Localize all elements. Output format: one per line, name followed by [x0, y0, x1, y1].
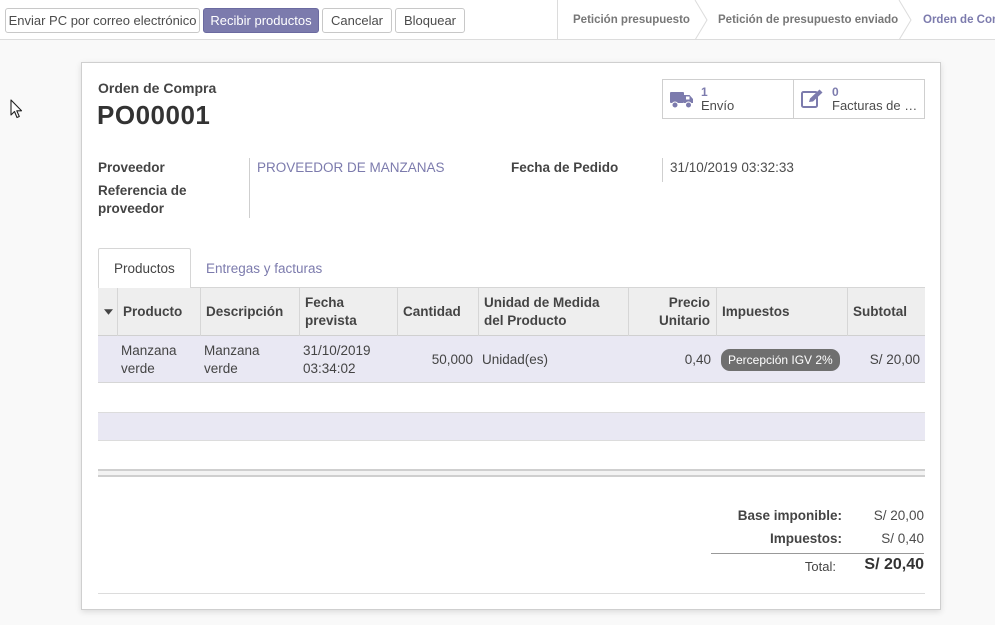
stage-separator-arrow	[898, 0, 912, 40]
untaxed-amount-value: S/ 20,00	[873, 508, 924, 523]
send-po-email-button[interactable]: Enviar PC por correo electrónico	[5, 8, 200, 33]
order-lines-table: Producto Descripción Fecha prevista Cant…	[98, 288, 925, 477]
shipments-smart-button[interactable]: 1 Envío	[663, 80, 793, 118]
column-header-product[interactable]: Producto	[117, 288, 200, 336]
cell-uom: Unidad(es)	[482, 351, 549, 367]
cell-product: Manzana verde	[121, 342, 177, 376]
form-sheet: Orden de Compra PO00001 1 Envío 0 Factur…	[81, 62, 941, 610]
vendor-label: Proveedor	[98, 160, 165, 175]
totals-divider	[711, 553, 924, 554]
status-bar: Petición presupuesto Petición de presupu…	[557, 0, 995, 40]
order-date-label: Fecha de Pedido	[511, 160, 619, 175]
tax-badge: Percepción IGV 2%	[721, 348, 840, 371]
cell-subtotal: S/ 20,00	[869, 351, 920, 367]
vendor-bills-smart-button[interactable]: 0 Facturas de proveedor	[793, 80, 924, 118]
tab-deliveries-invoices[interactable]: Entregas y facturas	[191, 248, 337, 288]
stage-rfq[interactable]: Petición presupuesto	[573, 0, 690, 40]
shipments-label: Envío	[701, 99, 735, 113]
control-panel: Enviar PC por correo electrónico Recibir…	[0, 0, 995, 40]
field-label-divider	[662, 158, 663, 182]
lock-button[interactable]: Bloquear	[395, 8, 465, 33]
column-header-uom[interactable]: Unidad de Medida del Producto	[478, 288, 628, 336]
mouse-cursor-icon	[10, 99, 24, 119]
cell-price-unit: 0,40	[684, 351, 711, 367]
cell-description: Manzana verde	[204, 342, 260, 376]
empty-row	[98, 412, 925, 441]
smart-buttons: 1 Envío 0 Facturas de proveedor	[662, 79, 925, 119]
table-header: Producto Descripción Fecha prevista Cant…	[98, 288, 925, 336]
stage-purchase-order[interactable]: Orden de Compra	[923, 0, 995, 40]
order-date-field[interactable]: 31/10/2019 03:32:33	[670, 160, 794, 175]
shipments-count: 1	[701, 85, 708, 99]
taxes-amount-value: S/ 0,40	[881, 531, 924, 546]
column-header-price-unit[interactable]: Precio Unitario	[628, 288, 716, 336]
cell-date-planned: 31/10/2019 03:34:02	[303, 342, 371, 376]
vendor-reference-label-line1: Referencia de	[98, 183, 187, 198]
taxes-amount-label: Impuestos:	[769, 531, 842, 546]
pencil-square-icon	[800, 88, 826, 110]
total-value: S/ 20,40	[864, 556, 924, 573]
tab-products[interactable]: Productos	[98, 248, 191, 289]
cell-taxes: Percepción IGV 2%	[717, 336, 847, 383]
column-header-subtotal[interactable]: Subtotal	[847, 288, 925, 336]
untaxed-amount-label: Base imponible:	[737, 508, 842, 523]
vendor-bills-label: Facturas de proveedor	[832, 99, 924, 113]
cell-quantity: 50,000	[431, 351, 473, 367]
sort-toggle-caret-icon[interactable]	[98, 288, 118, 336]
column-header-taxes[interactable]: Impuestos	[716, 288, 847, 336]
total-label: Total:	[804, 559, 836, 574]
column-header-quantity[interactable]: Cantidad	[397, 288, 478, 336]
table-row[interactable]: Manzana verde Manzana verde 31/10/2019 0…	[98, 336, 925, 383]
column-header-date-planned[interactable]: Fecha prevista	[299, 288, 397, 336]
truck-icon	[669, 88, 695, 110]
empty-row	[98, 383, 925, 412]
field-label-divider	[249, 158, 250, 218]
table-footer	[98, 469, 925, 477]
vendor-field[interactable]: PROVEEDOR DE MANZANAS	[257, 160, 445, 175]
document-number: PO00001	[97, 100, 211, 130]
receive-products-button[interactable]: Recibir productos	[203, 8, 319, 33]
column-header-description[interactable]: Descripción	[200, 288, 299, 336]
cancel-button[interactable]: Cancelar	[322, 8, 392, 33]
stage-rfq-sent[interactable]: Petición de presupuesto enviado	[718, 0, 898, 40]
document-kind-label: Orden de Compra	[98, 80, 217, 96]
sheet-bottom-divider	[98, 593, 925, 594]
vendor-bills-count: 0	[832, 85, 839, 99]
stage-separator-arrow	[694, 0, 708, 40]
vendor-reference-label-line2: proveedor	[98, 201, 165, 216]
notebook-tabs: Productos Entregas y facturas	[98, 248, 925, 289]
